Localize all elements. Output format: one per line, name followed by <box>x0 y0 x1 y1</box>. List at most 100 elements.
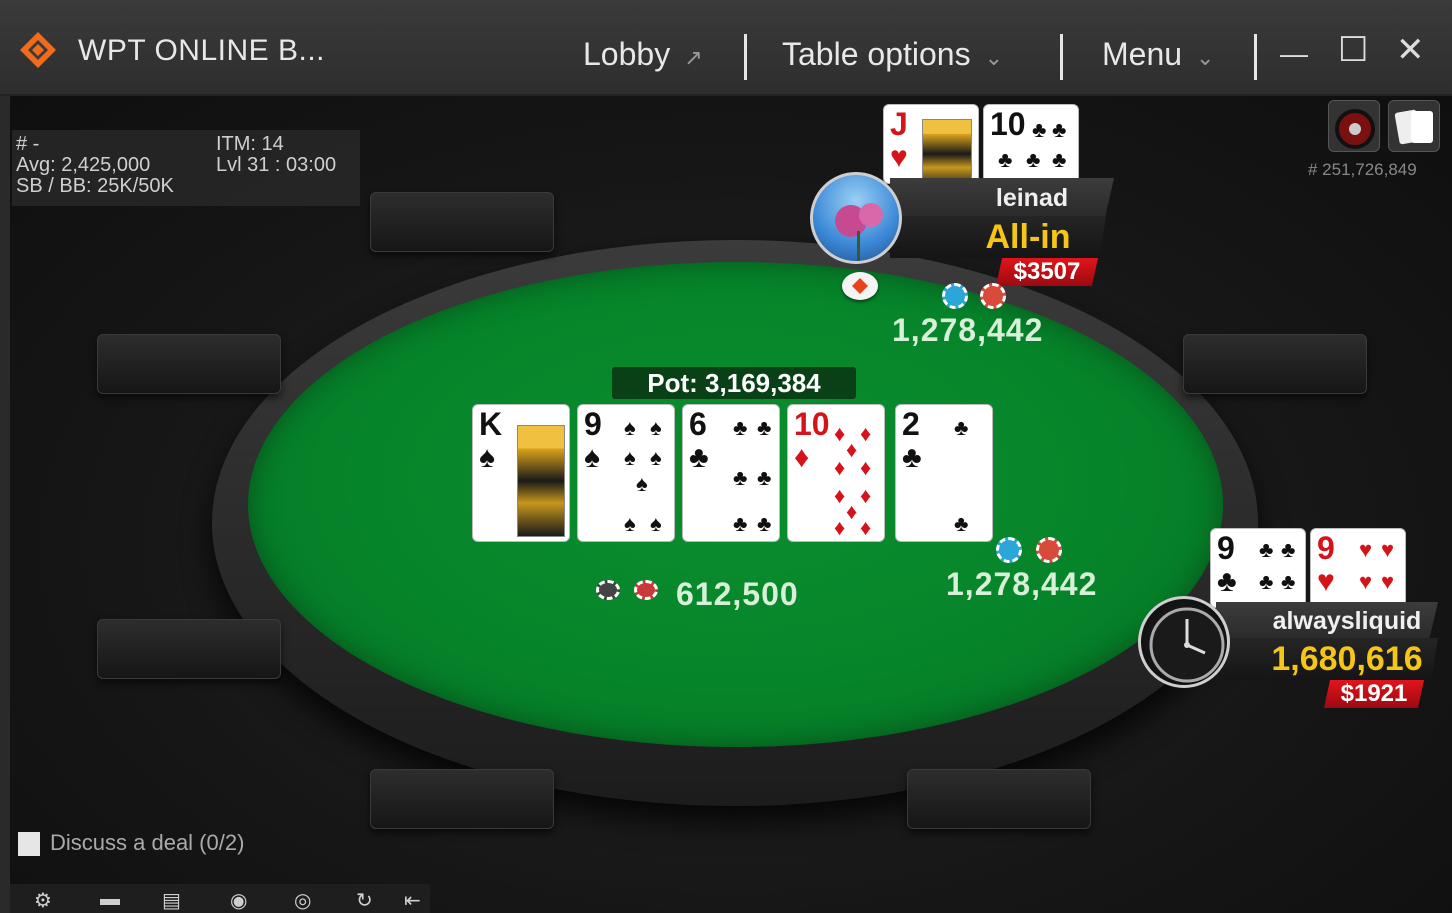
checkbox-icon <box>18 832 40 857</box>
title-separator <box>1254 34 1257 80</box>
board-card-3: 6 ♣ ♣ ♣ ♣ ♣ ♣ ♣ <box>682 404 780 542</box>
bet-amount-left: 612,500 <box>676 576 799 612</box>
chip-icon <box>942 283 968 309</box>
chevron-down-icon: ⌄ <box>1196 45 1215 70</box>
table-options-button[interactable]: Table options ⌄ <box>782 36 1003 73</box>
card-pip: ♣ <box>757 511 772 536</box>
dealer-button-icon <box>852 278 868 294</box>
card-rank: 9 <box>1317 530 1335 566</box>
card-pip: ♦ <box>846 499 858 524</box>
card-suit: ♣ <box>1026 147 1041 172</box>
hole-card-top-2: 10 ♣ ♣ ♣ ♣ ♣ <box>983 104 1079 184</box>
discuss-deal-checkbox[interactable]: Discuss a deal (0/2) <box>18 830 244 857</box>
card-pip: ♣ <box>733 465 748 490</box>
card-suit: ♣ <box>1052 117 1067 142</box>
bounty-right: $1921 <box>1324 680 1424 708</box>
empty-seat[interactable] <box>370 192 554 252</box>
empty-seat[interactable] <box>1183 334 1367 394</box>
jack-face-icon <box>922 119 972 183</box>
card-pip: ♣ <box>733 415 748 440</box>
card-rank: 9 <box>584 406 602 442</box>
cards-icon[interactable] <box>1388 100 1440 152</box>
chip-icon <box>996 537 1022 563</box>
card-pip: ♣ <box>1281 537 1296 562</box>
lobby-label: Lobby <box>583 36 671 72</box>
card-pip: ♦ <box>834 483 846 508</box>
card-pip: ♠ <box>650 511 662 536</box>
external-link-icon: ↗ <box>684 45 703 70</box>
maximize-button[interactable]: ☐ <box>1338 30 1368 70</box>
cards-icon-graphic <box>1394 109 1433 145</box>
table-id: # 251,726,849 <box>1308 160 1417 179</box>
minimize-button[interactable]: — <box>1280 38 1308 70</box>
info-icon[interactable]: ◎ <box>294 888 311 913</box>
card-suit: ♠ <box>584 441 600 474</box>
bet-amount-top: 1,278,442 <box>892 312 1044 348</box>
stats-icon[interactable]: ◉ <box>230 888 247 913</box>
card-pip: ♠ <box>650 415 662 440</box>
title-separator <box>744 34 747 80</box>
card-pip: ♥ <box>1381 569 1395 594</box>
title-separator <box>1060 34 1063 80</box>
lobby-button[interactable]: Lobby ↗ <box>583 36 703 73</box>
window-edge <box>0 96 10 913</box>
card-pip: ♦ <box>860 515 872 540</box>
average-stack: Avg: 2,425,000 <box>16 154 151 176</box>
card-rank: 10 <box>794 406 830 442</box>
card-pip: ♦ <box>846 437 858 462</box>
card-suit: ♣ <box>689 441 709 474</box>
chevron-down-icon: ⌄ <box>984 45 1004 70</box>
chat-icon[interactable]: ▬ <box>100 888 120 911</box>
bounty-top: $3507 <box>996 258 1098 286</box>
card-suit: ♣ <box>902 441 922 474</box>
card-pip: ♣ <box>757 415 772 440</box>
card-rank: 9 <box>1217 530 1235 566</box>
card-rank: 10 <box>990 106 1026 142</box>
gear-icon[interactable]: ⚙ <box>34 888 52 913</box>
tournament-rank: # - <box>16 133 40 155</box>
empty-seat[interactable] <box>907 769 1091 829</box>
bet-amount-right: 1,278,442 <box>946 566 1098 602</box>
card-suit: ♠ <box>479 441 495 474</box>
card-pip: ♣ <box>954 511 969 536</box>
exit-icon[interactable]: ⇤ <box>404 888 421 913</box>
card-suit: ♣ <box>1217 565 1237 598</box>
empty-seat[interactable] <box>97 334 281 394</box>
empty-seat[interactable] <box>97 619 281 679</box>
player-stack-right: 1,680,616 <box>1216 638 1438 680</box>
card-pip: ♦ <box>860 455 872 480</box>
card-pip: ♦ <box>834 515 846 540</box>
menu-label: Menu <box>1102 36 1183 72</box>
hole-card-right-1: 9 ♣ ♣ ♣ ♣ ♣ <box>1210 528 1306 608</box>
itm-count: ITM: 14 <box>216 133 284 155</box>
card-suit: ♣ <box>998 147 1013 172</box>
chip-icon <box>1036 537 1062 563</box>
player-name-right: alwaysliquid <box>1216 602 1438 640</box>
empty-seat[interactable] <box>370 769 554 829</box>
card-rank: K <box>479 406 503 442</box>
card-pip: ♠ <box>624 511 636 536</box>
pot-display: Pot: 3,169,384 <box>612 367 856 399</box>
roulette-icon[interactable] <box>1328 100 1380 152</box>
window-title: WPT ONLINE B... <box>78 34 325 67</box>
card-rank: J <box>890 106 908 142</box>
card-pip: ♦ <box>834 455 846 480</box>
card-pip: ♦ <box>860 483 872 508</box>
replay-icon[interactable]: ↻ <box>356 888 373 913</box>
card-pip: ♥ <box>1381 537 1395 562</box>
blind-level: Lvl 31 : 03:00 <box>216 154 337 176</box>
card-suit: ♣ <box>1032 117 1047 142</box>
player-avatar-top[interactable] <box>810 172 902 264</box>
player-avatar-right[interactable] <box>1138 596 1230 688</box>
menu-button[interactable]: Menu ⌄ <box>1102 36 1214 73</box>
close-button[interactable]: ✕ <box>1396 30 1425 70</box>
blinds: SB / BB: 25K/50K <box>16 175 174 197</box>
player-stack-top: All-in <box>890 216 1106 258</box>
card-pip: ♣ <box>757 465 772 490</box>
board-card-2: 9 ♠ ♠ ♠ ♠ ♠ ♠ ♠ ♠ <box>577 404 675 542</box>
card-pip: ♥ <box>1359 537 1373 562</box>
notes-icon[interactable]: ▤ <box>162 888 181 913</box>
card-rank: 2 <box>902 406 920 442</box>
card-pip: ♣ <box>1259 537 1274 562</box>
card-pip: ♦ <box>834 421 846 446</box>
